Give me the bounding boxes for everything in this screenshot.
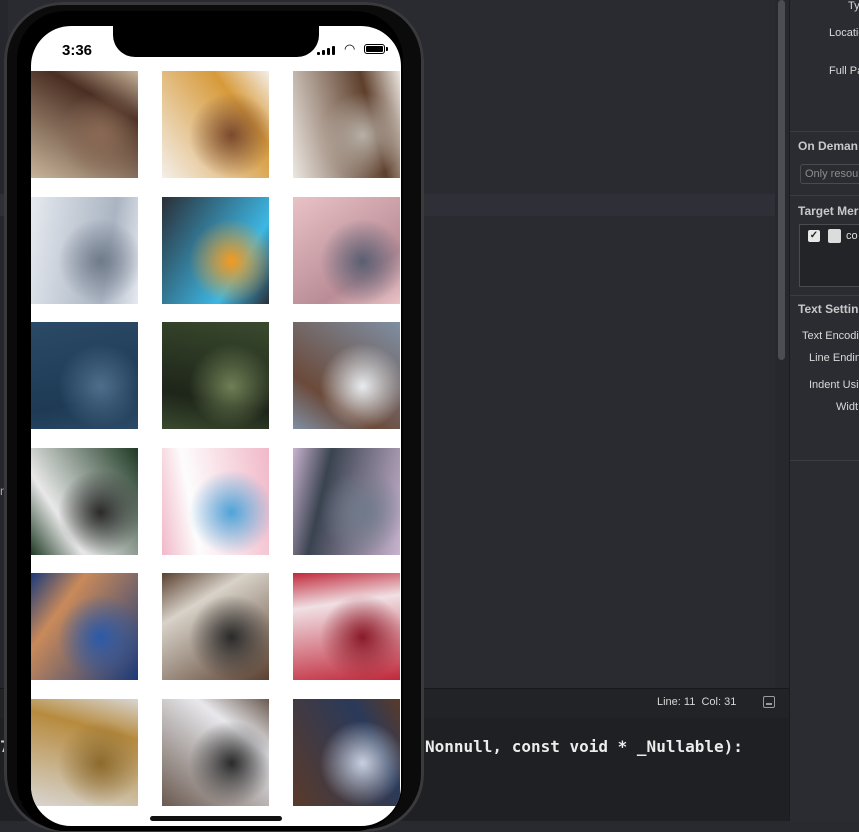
battery-icon xyxy=(364,44,388,54)
text-settings-header: Text Settin xyxy=(798,302,859,316)
photo-snowy-mountain[interactable] xyxy=(31,197,138,304)
divider xyxy=(790,460,859,461)
photo-red-marble[interactable] xyxy=(293,573,400,680)
text-encoding-label: Text Encodi xyxy=(802,330,859,342)
photo-pink-sky-sea[interactable] xyxy=(293,197,400,304)
home-indicator[interactable] xyxy=(150,816,282,821)
widths-label: Widt xyxy=(836,401,858,413)
status-time: 3:36 xyxy=(62,42,93,59)
device-notch xyxy=(113,26,319,57)
photo-blue-sports-car[interactable] xyxy=(162,197,269,304)
divider xyxy=(790,195,859,196)
full-path-label: Full Pa xyxy=(829,65,859,77)
photo-glass-building[interactable] xyxy=(31,573,138,680)
toggle-debug-area-icon[interactable] xyxy=(763,696,775,708)
photo-craft-flatlay[interactable] xyxy=(162,71,269,178)
target-checkbox[interactable]: ✓ xyxy=(808,230,820,242)
file-inspector: Ty Locatio Full Pa On Deman Only resou T… xyxy=(789,0,859,821)
indent-using-label: Indent Usi xyxy=(809,379,859,391)
photo-ocean-water[interactable] xyxy=(31,322,138,429)
photo-notebook-swatches[interactable] xyxy=(162,448,269,555)
wifi-icon: ◠ xyxy=(344,41,356,56)
divider xyxy=(790,295,859,296)
photo-desk-sketching[interactable] xyxy=(162,573,269,680)
photo-coins[interactable] xyxy=(31,699,138,806)
photo-laptop-wood[interactable] xyxy=(293,699,400,806)
type-label: Ty xyxy=(848,0,859,12)
col-label: Col: 31 xyxy=(701,696,737,708)
photo-city-skyline[interactable] xyxy=(293,448,400,555)
photo-coffee-pour[interactable] xyxy=(31,71,138,178)
photo-laptop-phone[interactable] xyxy=(162,699,269,806)
photo-forest-car[interactable] xyxy=(162,322,269,429)
simulator-screen: 3:36 ◠ xyxy=(31,26,401,826)
target-name: co xyxy=(846,230,858,242)
line-endings-label: Line Endin xyxy=(809,352,859,364)
photo-man-with-camera[interactable] xyxy=(31,448,138,555)
photo-dining-chandelier[interactable] xyxy=(293,71,400,178)
on-demand-header: On Deman xyxy=(798,139,859,153)
cursor-position: Line: 11 Col: 31 xyxy=(657,696,736,708)
line-label: Line: 11 xyxy=(657,696,696,708)
location-label: Locatio xyxy=(829,27,859,39)
divider xyxy=(790,131,859,132)
editor-scrollbar[interactable] xyxy=(775,0,789,688)
console-output-text: Nonnull, const void * _Nullable): xyxy=(425,737,743,756)
on-demand-tags-popup[interactable]: Only resou xyxy=(800,164,859,184)
target-membership-header: Target Mer xyxy=(798,204,859,218)
scrollbar-thumb[interactable] xyxy=(778,0,785,360)
cellular-signal-icon xyxy=(317,45,339,55)
app-target-icon xyxy=(828,229,841,243)
photo-rocky-peaks[interactable] xyxy=(293,322,400,429)
